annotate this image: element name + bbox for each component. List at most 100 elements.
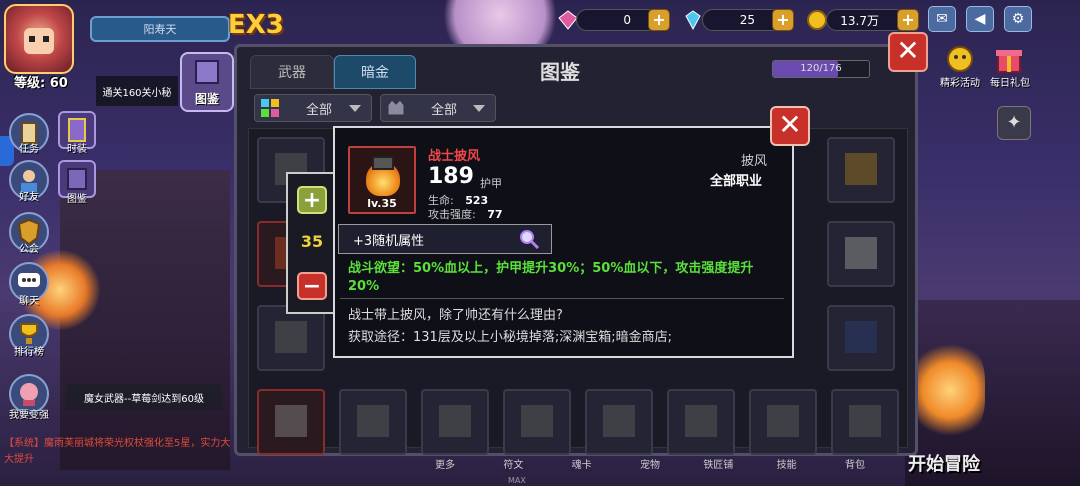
nav-pet[interactable]: 宠物 [625,456,675,478]
speaker-icon[interactable]: ◀ [966,6,994,32]
add-gold-button[interactable]: + [897,9,919,31]
ghost-icon[interactable]: ✦ [997,106,1031,140]
side-label-friend: 好友 [19,192,39,203]
item-silhouette [849,405,881,437]
notice-banner[interactable]: 魔女武器--草莓剑达到60级 [66,384,222,410]
grid-icon [261,99,279,117]
increase-button[interactable]: + [297,186,327,214]
nav-skill[interactable]: 技能 [762,456,812,478]
flavor-text: 战士带上披风，除了帅还有什么理由? [348,308,563,323]
item-silhouette [439,405,471,437]
grid-item[interactable] [827,137,895,203]
close-popup-button[interactable]: ✕ [770,106,810,146]
item-silhouette [845,237,877,269]
chevron-down-icon [349,104,361,112]
grid-item[interactable] [421,389,489,455]
filter-class-label: 全部 [430,102,457,118]
nav-blacksmith[interactable]: 铁匠铺 [693,456,743,478]
obtain-source: 获取途径：131层及以上小秘境掉落;深渊宝箱;暗金商店; [348,330,672,345]
grid-item[interactable] [257,305,325,371]
item-silhouette [275,321,307,353]
side-label-power-up: 我要变强 [9,410,49,421]
grid-item[interactable] [339,389,407,455]
player-level: 等级: 60 [14,76,68,91]
side-label-task: 任务 [19,144,39,155]
event-label: 精彩活动 [940,78,980,89]
gold-coin-icon [807,10,827,30]
grid-item[interactable] [831,389,899,455]
decrease-button[interactable]: − [297,272,327,300]
player-avatar[interactable] [4,4,74,74]
side-label-guild: 公会 [19,244,39,255]
max-label: MAX [508,476,526,485]
nav-rune[interactable]: 符文 [488,456,538,478]
item-silhouette [685,405,717,437]
grid-item[interactable] [503,389,571,455]
collection-progress: 120/176 [772,60,870,78]
start-adventure-button[interactable]: 开始冒险 [908,450,980,476]
item-class: 全部职业 [710,174,763,189]
daily-gift-label: 每日礼包 [990,78,1030,89]
tab-dark-gold[interactable]: 暗金 [334,55,416,89]
background-fire-right [915,340,985,440]
system-message: 【系统】魔雨芙丽城将荣光权杖强化至5星，实力大大提升 [4,438,231,465]
mail-icon[interactable]: ✉ [928,6,956,32]
codex-shortcut-label: 图鉴 [194,92,219,106]
quest-tip[interactable]: 通关160关小秘 [96,76,178,106]
add-diamond-button[interactable]: + [772,9,794,31]
magnifier-icon[interactable] [519,229,539,249]
item-silhouette [767,405,799,437]
grid-item[interactable] [749,389,817,455]
item-level: lv.35 [367,197,397,210]
grid-item[interactable] [827,221,895,287]
nav-backpack[interactable]: 背包 [830,456,880,478]
diamond-counter: 25 [702,9,782,31]
filter-category-label: 全部 [305,102,332,118]
add-pink-gem-button[interactable]: + [648,9,670,31]
ex-badge[interactable]: EX3 [228,10,284,46]
nav-more[interactable]: 更多 [420,456,470,478]
avatar-eye-left [29,36,35,42]
collection-progress-text: 120/176 [800,63,842,74]
event-icon[interactable] [945,44,975,74]
gift-icon[interactable] [994,44,1024,74]
stat-attack-label: 攻击强度: [428,208,476,221]
avatar-face [24,28,54,54]
close-panel-button[interactable]: ✕ [888,32,928,72]
item-silhouette [521,405,553,437]
nav-soul-card[interactable]: 魂卡 [557,456,607,478]
grid-item[interactable] [257,389,325,455]
codex-shortcut-button[interactable]: 图鉴 [180,52,234,112]
grid-item[interactable] [827,305,895,371]
skill-description: 战斗欲望：50%血以上，护甲提升30%；50%血以下，攻击强度提升20% [348,261,754,294]
monster-icon [387,99,405,116]
item-power-unit: 护甲 [480,177,502,190]
filter-class-dropdown[interactable]: 全部 [380,94,496,122]
item-silhouette [845,321,877,353]
pink-gem-counter: 0 [576,9,658,31]
side-label-costume: 时装 [67,144,87,155]
side-label-codex: 图鉴 [67,194,87,205]
gold-counter: 13.7万 [826,9,906,31]
tab-weapon[interactable]: 武器 [250,55,334,89]
player-name: 阳寿天 [90,16,230,42]
random-attribute-label: +3随机属性 [353,233,425,249]
divider [340,298,784,299]
filter-category-dropdown[interactable]: 全部 [254,94,372,122]
grid-item[interactable] [667,389,735,455]
settings-icon[interactable]: ⚙ [1004,6,1032,32]
avatar-eye-right [43,36,49,42]
cape-icon [372,156,394,170]
quantity-stepper: + 35 − [286,172,338,314]
diamond-icon [685,10,701,31]
quantity-value: 35 [300,232,324,251]
item-silhouette [357,405,389,437]
item-icon: lv.35 [348,146,416,214]
stat-attack-value: 77 [487,208,503,221]
grid-item[interactable] [585,389,653,455]
page-title: 图鉴 [540,60,580,84]
item-power: 189 [428,164,474,189]
side-label-chat: 聊天 [19,296,39,307]
item-type: 披风 [741,154,768,169]
item-silhouette [845,153,877,185]
